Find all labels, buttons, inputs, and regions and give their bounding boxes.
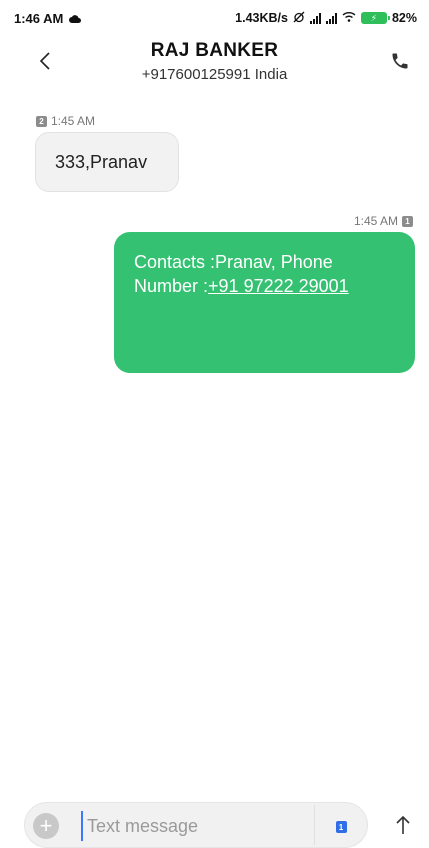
incoming-meta: 2 1:45 AM xyxy=(36,114,95,128)
call-button[interactable] xyxy=(385,46,415,76)
message-time: 1:45 AM xyxy=(353,214,398,228)
message-input[interactable] xyxy=(81,811,317,841)
alarm-off-icon xyxy=(293,11,305,26)
sim-badge: 2 xyxy=(36,115,47,127)
send-button[interactable] xyxy=(390,812,416,838)
battery-icon: ⚡ xyxy=(360,12,390,24)
status-time: 1:46 AM xyxy=(14,10,64,26)
contact-name: RAJ BANKER xyxy=(150,40,279,61)
outgoing-message-bubble[interactable]: Contacts :Pranav, Phone Number :+91 9722… xyxy=(114,232,415,373)
sim-card-icon: 1 xyxy=(335,821,347,833)
phone-icon xyxy=(392,53,408,69)
status-right: 1.43KB/s ⚡ 82% xyxy=(235,11,417,26)
contact-number: +917600125991 India xyxy=(141,66,288,83)
signal-icon-2 xyxy=(325,12,337,24)
sim-badge: 1 xyxy=(402,215,413,227)
message-text: 333,Pranav xyxy=(55,151,148,172)
arrow-up-icon xyxy=(396,815,410,834)
message-time: 1:45 AM xyxy=(51,114,96,128)
status-left: 1:46 AM xyxy=(14,10,82,26)
outgoing-meta: 1:45 AM 1 xyxy=(354,214,413,228)
network-speed: 1.43KB/s xyxy=(235,11,288,25)
wifi-icon xyxy=(342,11,356,25)
plus-icon: + xyxy=(39,813,53,838)
conversation-header: RAJ BANKER +917600125991 India xyxy=(0,36,429,96)
cloud-icon xyxy=(69,11,82,26)
divider xyxy=(314,805,315,845)
status-bar: 1:46 AM 1.43KB/s ⚡ 82% xyxy=(0,0,429,36)
add-attachment-button[interactable]: + xyxy=(33,813,59,839)
battery-level: 82% xyxy=(391,11,417,25)
message-composer: + 1 xyxy=(24,802,368,848)
phone-number-link[interactable]: +91 97222 29001 xyxy=(208,276,349,296)
signal-icon xyxy=(309,12,321,24)
incoming-message-bubble[interactable]: 333,Pranav xyxy=(35,132,179,192)
sim-select-button[interactable]: 1 xyxy=(331,817,351,837)
